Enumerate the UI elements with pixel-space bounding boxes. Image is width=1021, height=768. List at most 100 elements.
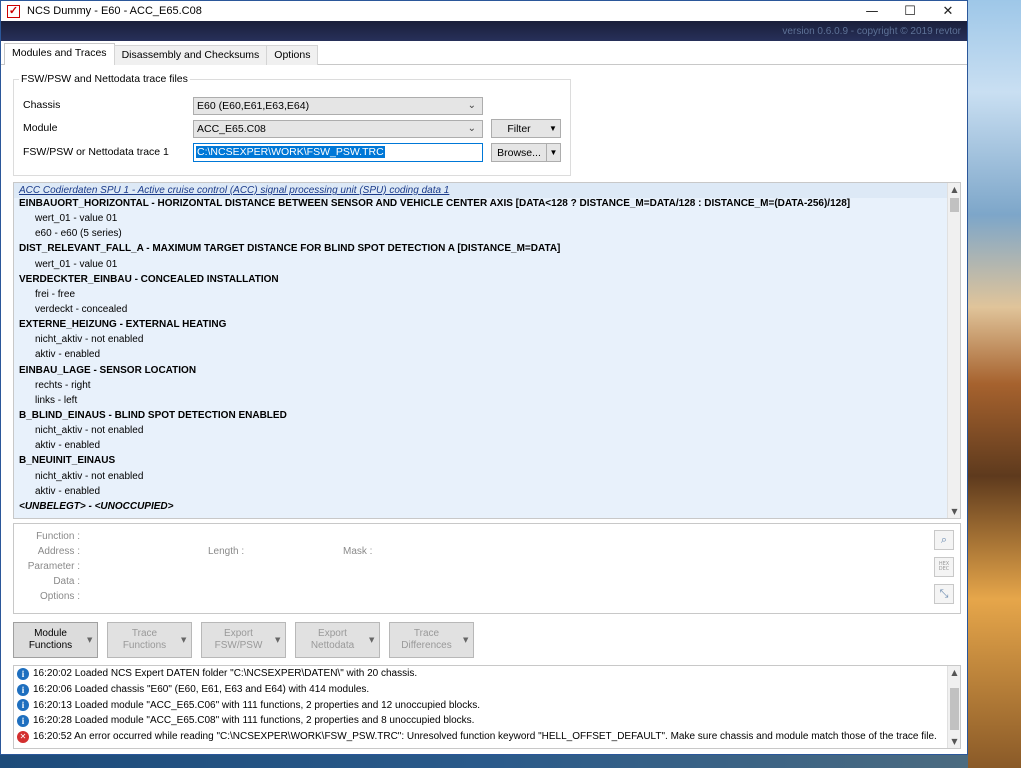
browse-label: Browse...: [497, 146, 541, 159]
trace-differences-button[interactable]: Trace Differences ▼: [389, 622, 474, 658]
title-bar: ✓ NCS Dummy - E60 - ACC_E65.C08 — ☐ ✕: [1, 1, 967, 21]
tab-disassembly-and-checksums[interactable]: Disassembly and Checksums: [113, 45, 268, 65]
chassis-label: Chassis: [23, 99, 61, 111]
trace-functions-button[interactable]: Trace Functions ▼: [107, 622, 192, 658]
log-text: 16:20:06 Loaded chassis "E60" (E60, E61,…: [33, 684, 370, 696]
function-list[interactable]: ACC Codierdaten SPU 1 - Active cruise co…: [13, 182, 961, 519]
option-row[interactable]: verdeckt - concealed: [14, 304, 960, 319]
function-row[interactable]: EINBAUORT_HORIZONTAL - HORIZONTAL DISTAN…: [14, 198, 960, 213]
option-row[interactable]: links - left: [14, 395, 960, 410]
option-row[interactable]: e60 - e60 (5 series): [14, 228, 960, 243]
desktop-background: [968, 0, 1021, 768]
scroll-up-icon[interactable]: ▲: [948, 185, 960, 194]
parameter-label: Parameter :: [27, 561, 80, 572]
app-icon: ✓: [7, 4, 20, 18]
version-label: version 0.6.0.9 - copyright © 2019 revto…: [782, 26, 961, 37]
log-text: 16:20:02 Loaded NCS Expert DATEN folder …: [33, 668, 418, 680]
log-rows: i 16:20:02 Loaded NCS Expert DATEN folder…: [14, 666, 960, 744]
window-controls: — ☐ ✕: [853, 1, 967, 21]
export-fsw-psw-button[interactable]: Export FSW/PSW ▼: [201, 622, 286, 658]
option-row[interactable]: nicht_aktiv - not enabled: [14, 334, 960, 349]
module-functions-label: Module Functions: [28, 628, 73, 651]
error-icon: ✕: [17, 730, 29, 743]
info-icon: i: [17, 683, 29, 696]
trace-files-group: FSW/PSW and Nettodata trace files Chassi…: [13, 73, 571, 176]
data-label: Data :: [53, 576, 80, 587]
trace-file-value: C:\NCSEXPER\WORK\FSW_PSW.TRC: [196, 146, 385, 158]
search-icon[interactable]: ⌕: [934, 530, 954, 550]
details-panel: Function : Address : Parameter : Data : …: [13, 523, 961, 614]
log-text: 16:20:52 An error occurred while reading…: [33, 731, 937, 743]
log-scrollbar[interactable]: ▲ ▼: [947, 666, 960, 748]
module-functions-button[interactable]: Module Functions ▼: [13, 622, 98, 658]
scroll-down-icon[interactable]: ▼: [948, 737, 960, 746]
header-banner: version 0.6.0.9 - copyright © 2019 revto…: [1, 21, 967, 41]
chassis-select[interactable]: E60 (E60,E61,E63,E64) ⌄: [193, 97, 483, 115]
hex-dec-toggle-icon[interactable]: HEX DEC: [934, 557, 954, 577]
chevron-down-icon: ⌄: [467, 100, 476, 111]
unoccupied-row[interactable]: <UNBELEGT> - <UNOCCUPIED>: [14, 501, 960, 516]
chevron-down-icon: ⌄: [467, 123, 476, 134]
log-panel[interactable]: i 16:20:02 Loaded NCS Expert DATEN folder…: [13, 665, 961, 749]
list-header[interactable]: ACC Codierdaten SPU 1 - Active cruise co…: [14, 183, 960, 198]
option-row[interactable]: nicht_aktiv - not enabled: [14, 425, 960, 440]
export-nettodata-button[interactable]: Export Nettodata ▼: [295, 622, 380, 658]
resize-icon[interactable]: ⤡: [934, 584, 954, 604]
dropdown-arrow-icon: ▼: [275, 636, 281, 644]
scroll-thumb[interactable]: [950, 688, 959, 730]
maximize-button[interactable]: ☐: [891, 1, 929, 21]
function-label: Function :: [36, 531, 80, 542]
info-icon: i: [17, 667, 29, 680]
function-row[interactable]: EXTERNE_HEIZUNG - EXTERNAL HEATING: [14, 319, 960, 334]
option-row[interactable]: rechts - right: [14, 380, 960, 395]
export-fsw-psw-label: Export FSW/PSW: [214, 628, 263, 651]
option-row[interactable]: wert_01 - value 01: [14, 213, 960, 228]
mask-label: Mask :: [343, 546, 373, 557]
log-entry[interactable]: i 16:20:13 Loaded module "ACC_E65.C06" wi…: [14, 697, 960, 713]
desktop-taskbar-edge: [0, 755, 968, 768]
option-row[interactable]: frei - free: [14, 289, 960, 304]
trace-file-input[interactable]: C:\NCSEXPER\WORK\FSW_PSW.TRC: [193, 143, 483, 162]
export-nettodata-label: Export Nettodata: [310, 628, 355, 651]
tab-modules-and-traces[interactable]: Modules and Traces: [4, 43, 115, 65]
scroll-down-icon[interactable]: ▼: [948, 507, 960, 516]
log-entry[interactable]: i 16:20:28 Loaded module "ACC_E65.C08" wi…: [14, 713, 960, 729]
list-rows: EINBAUORT_HORIZONTAL - HORIZONTAL DISTAN…: [14, 198, 960, 516]
trace-differences-label: Trace Differences: [401, 628, 452, 651]
log-entry[interactable]: i 16:20:06 Loaded chassis "E60" (E60, E61…: [14, 682, 960, 698]
filter-button[interactable]: Filter ▼: [491, 119, 561, 138]
length-label: Length :: [208, 546, 245, 557]
dropdown-arrow-icon: ▼: [549, 124, 557, 133]
dropdown-arrow-icon: ▼: [369, 636, 375, 644]
function-row[interactable]: EINBAU_LAGE - SENSOR LOCATION: [14, 365, 960, 380]
chassis-value: E60 (E60,E61,E63,E64): [197, 100, 310, 112]
filter-label: Filter: [507, 122, 531, 135]
function-row[interactable]: B_NEUINIT_EINAUS: [14, 455, 960, 470]
scroll-up-icon[interactable]: ▲: [948, 668, 960, 677]
option-row[interactable]: wert_01 - value 01: [14, 259, 960, 274]
option-row[interactable]: nicht_aktiv - not enabled: [14, 471, 960, 486]
dropdown-arrow-icon[interactable]: ▼: [546, 144, 560, 161]
option-row[interactable]: aktiv - enabled: [14, 486, 960, 501]
log-text: 16:20:28 Loaded module "ACC_E65.C08" wit…: [33, 715, 475, 727]
trace-label: FSW/PSW or Nettodata trace 1: [23, 146, 169, 158]
list-scrollbar[interactable]: ▲ ▼: [947, 183, 960, 518]
function-row[interactable]: VERDECKTER_EINBAU - CONCEALED INSTALLATI…: [14, 274, 960, 289]
module-select[interactable]: ACC_E65.C08 ⌄: [193, 120, 483, 138]
close-button[interactable]: ✕: [929, 1, 967, 21]
option-row[interactable]: aktiv - enabled: [14, 440, 960, 455]
function-row[interactable]: DIST_RELEVANT_FALL_A - MAXIMUM TARGET DI…: [14, 243, 960, 258]
tab-strip: Modules and Traces Disassembly and Check…: [1, 43, 967, 65]
tab-options[interactable]: Options: [266, 45, 319, 65]
group-title: FSW/PSW and Nettodata trace files: [19, 73, 190, 85]
function-row[interactable]: B_BLIND_EINAUS - BLIND SPOT DETECTION EN…: [14, 410, 960, 425]
option-row[interactable]: aktiv - enabled: [14, 349, 960, 364]
browse-button[interactable]: Browse... ▼: [491, 143, 561, 162]
trace-functions-label: Trace Functions: [122, 628, 167, 651]
address-label: Address :: [37, 546, 80, 557]
minimize-button[interactable]: —: [853, 1, 891, 21]
module-label: Module: [23, 122, 58, 134]
scroll-thumb[interactable]: [950, 198, 959, 212]
log-entry[interactable]: i 16:20:02 Loaded NCS Expert DATEN folder…: [14, 666, 960, 682]
log-entry[interactable]: ✕ 16:20:52 An error occurred while readin…: [14, 729, 960, 745]
